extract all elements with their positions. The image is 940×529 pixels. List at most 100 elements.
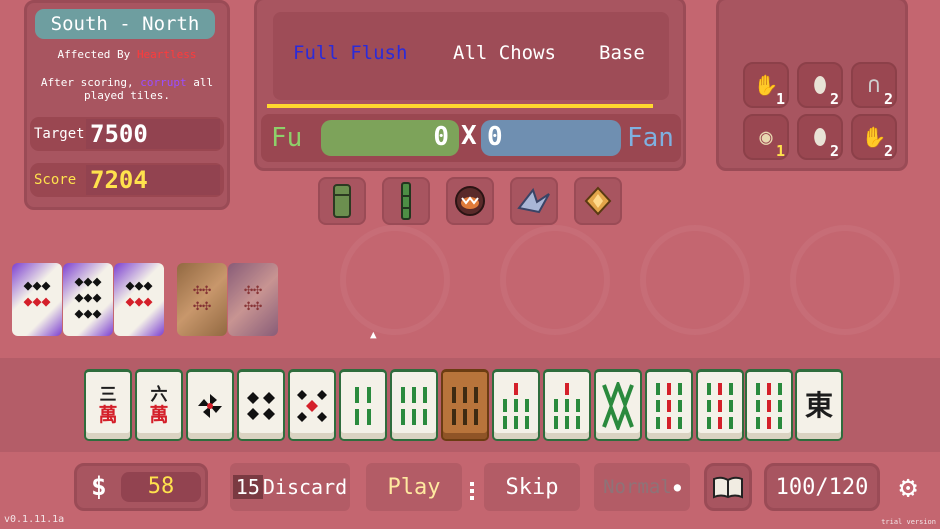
- hand-tile-selected[interactable]: [441, 369, 489, 441]
- target-label: Target: [34, 126, 85, 142]
- hand-tile[interactable]: [390, 369, 438, 441]
- money-value: 58: [121, 472, 201, 502]
- tile-wind: 東: [804, 388, 833, 422]
- discard-button[interactable]: 15 Discard: [230, 463, 350, 511]
- tile-face: ✣✣ ✣✣: [243, 280, 263, 314]
- hand-tile[interactable]: [186, 369, 234, 441]
- corrupted-tile[interactable]: ✣✣ ✣✣: [228, 263, 278, 336]
- effect-keyword: corrupt: [140, 76, 187, 89]
- diamond-star-icon[interactable]: [574, 177, 622, 225]
- background-motif: [500, 225, 610, 335]
- played-tile[interactable]: ◆◆◆ ◆◆◆ ◆◆◆: [63, 263, 113, 336]
- deck-count[interactable]: 100/120: [764, 463, 880, 511]
- fu-label: Fu: [271, 123, 303, 153]
- fan-value: 0: [487, 122, 503, 152]
- version-label: v0.1.11.1a: [4, 514, 65, 525]
- settings-gear-icon[interactable]: ⚙: [888, 463, 928, 511]
- skip-button[interactable]: Skip: [484, 463, 580, 511]
- hand-tile[interactable]: 東: [795, 369, 843, 441]
- tile-suit: 萬: [98, 403, 118, 426]
- eye-icon[interactable]: ◉ 1: [743, 114, 789, 160]
- bamboo-tube-icon[interactable]: [318, 177, 366, 225]
- charm-count: 2: [883, 90, 893, 108]
- hand-tile[interactable]: [492, 369, 540, 441]
- charm-count: 1: [775, 142, 785, 160]
- charm-count: 2: [829, 142, 839, 160]
- five-dots-icon: [297, 389, 327, 422]
- yaku-item-base[interactable]: Base: [599, 42, 645, 64]
- boss-title: South - North: [35, 9, 215, 39]
- deck-count-text: 100/120: [775, 474, 869, 500]
- background-motif: [340, 225, 450, 335]
- bamboo-nine-icon: [656, 382, 682, 429]
- fu-bar: 0: [321, 120, 459, 156]
- hand-tile[interactable]: 六 萬: [135, 369, 183, 441]
- fu-fan-row: Fu 0 X 0 Fan: [261, 114, 681, 162]
- pinwheel-icon: [198, 393, 222, 418]
- scoring-panel: Full Flush All Chows Base Fu 0 X 0 Fan: [254, 0, 686, 171]
- hand-tile[interactable]: [288, 369, 336, 441]
- bamboo-nine-icon: [756, 382, 782, 429]
- charm-panel: ✋ 1 ⬮ 2 ∩ 2 ◉ 1 ⬮ 2 ✋ 2: [716, 0, 908, 171]
- speed-label: Normal: [603, 476, 672, 498]
- bamboo-nine-icon: [707, 382, 733, 429]
- tile-face: ◆◆◆ ◆◆◆: [125, 276, 153, 310]
- horseshoe-icon[interactable]: ∩ 2: [851, 62, 897, 108]
- bamboo-six-icon: [452, 386, 478, 425]
- bamboo-seven-icon: [554, 382, 580, 429]
- origami-crane-icon[interactable]: [510, 177, 558, 225]
- speed-dot-icon: ●: [673, 480, 681, 494]
- tile-number: 六: [150, 384, 168, 405]
- tile-face: ✣✣ ✣✣: [192, 280, 212, 314]
- tile-face: ◆◆◆ ◆◆◆ ◆◆◆: [74, 272, 102, 322]
- hand-tile[interactable]: [339, 369, 387, 441]
- hand-tile[interactable]: [645, 369, 693, 441]
- target-row: Target 7500: [30, 117, 224, 151]
- charm-count: 2: [829, 90, 839, 108]
- fan-cards-icon[interactable]: ✋ 1: [743, 62, 789, 108]
- score-row: Score 7204: [30, 163, 224, 197]
- played-tile[interactable]: ◆◆◆ ◆◆◆: [12, 263, 62, 336]
- drag-handle-icon[interactable]: [470, 480, 476, 506]
- play-label: Play: [387, 474, 441, 500]
- trial-label: trial version: [881, 518, 936, 526]
- hand-tile[interactable]: 三 萬: [84, 369, 132, 441]
- affected-name: Heartless: [136, 48, 197, 61]
- bamboo-stick-icon[interactable]: [382, 177, 430, 225]
- fan-cards-icon[interactable]: ✋ 2: [851, 114, 897, 160]
- mouse-cursor-icon: ▲: [370, 328, 377, 341]
- target-value: 7500: [86, 119, 220, 149]
- money-symbol: $: [91, 472, 107, 502]
- hand-tile[interactable]: [745, 369, 793, 441]
- charm-count: 2: [883, 142, 893, 160]
- hand-tile[interactable]: [696, 369, 744, 441]
- background-motif: [790, 225, 900, 335]
- tile-suit: 萬: [149, 403, 169, 426]
- hand-tile[interactable]: [543, 369, 591, 441]
- speed-toggle[interactable]: Normal ●: [594, 463, 690, 511]
- hand-tile[interactable]: [237, 369, 285, 441]
- corrupted-tile[interactable]: ✣✣ ✣✣: [177, 263, 227, 336]
- yaku-item-all-chows[interactable]: All Chows: [453, 42, 556, 64]
- score-value: 7204: [86, 165, 220, 195]
- egg-icon[interactable]: ⬮ 2: [797, 114, 843, 160]
- progress-bar: [267, 104, 653, 108]
- boss-affected-line: Affected By Heartless: [27, 48, 227, 61]
- yaku-item-full-flush[interactable]: Full Flush: [293, 42, 407, 64]
- play-button[interactable]: Play: [366, 463, 462, 511]
- fan-label: Fan: [627, 123, 674, 153]
- boss-panel: South - North Affected By Heartless Afte…: [24, 0, 230, 210]
- charm-count: 1: [775, 90, 785, 108]
- egg-icon[interactable]: ⬮ 2: [797, 62, 843, 108]
- book-icon[interactable]: [704, 463, 752, 511]
- bamboo-six-icon: [401, 386, 427, 425]
- bamboo-four-icon: [355, 386, 371, 425]
- hand-tile[interactable]: [594, 369, 642, 441]
- played-tile[interactable]: ◆◆◆ ◆◆◆: [114, 263, 164, 336]
- affected-prefix: Affected By: [57, 48, 131, 61]
- bamboo-eight-icon: [602, 381, 634, 430]
- bamboo-seven-icon: [503, 382, 529, 429]
- background-motif: [640, 225, 750, 335]
- monster-mouth-icon[interactable]: [446, 177, 494, 225]
- fu-value: 0: [433, 122, 449, 152]
